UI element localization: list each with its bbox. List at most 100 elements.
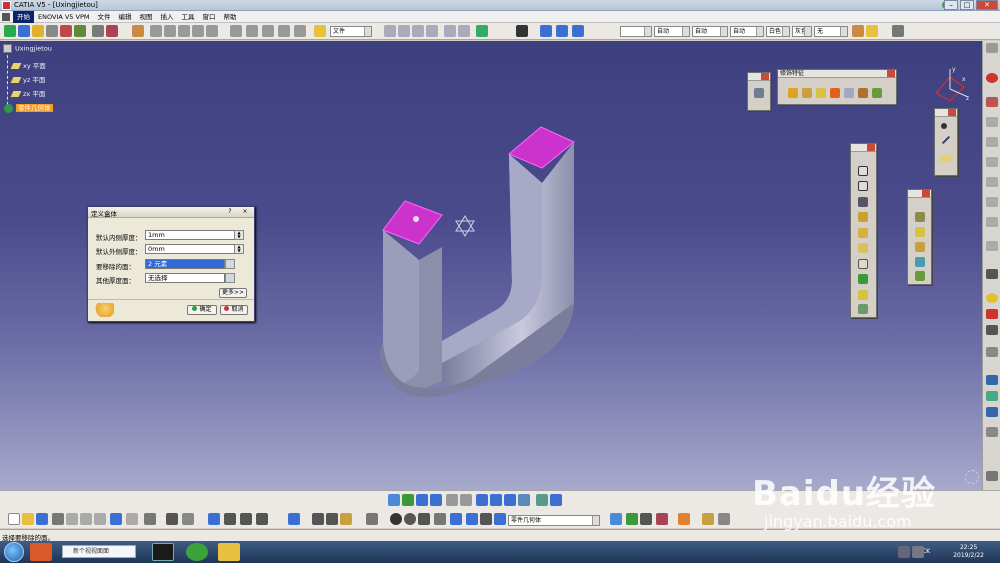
menu-window[interactable]: 窗口 [198, 11, 219, 23]
taskbar-search-input[interactable]: 新个视视面面 [62, 545, 136, 558]
redo-icon[interactable] [126, 513, 138, 525]
more-button[interactable]: 更多>> [219, 288, 247, 298]
join-icon[interactable] [326, 513, 338, 525]
curve-icon[interactable] [426, 25, 438, 37]
tool-icon-13[interactable] [986, 427, 998, 437]
thickness-icon[interactable] [844, 88, 854, 98]
law-icon[interactable] [262, 25, 274, 37]
explorer-icon[interactable] [218, 543, 240, 561]
inner-thickness-spinner[interactable]: ▲ ▼ [234, 230, 244, 240]
draft-icon[interactable] [816, 88, 826, 98]
undo-icon[interactable] [110, 513, 122, 525]
auto-combo-3[interactable]: 自动 [730, 26, 764, 37]
whats-this-icon[interactable] [144, 513, 156, 525]
units-icon[interactable] [434, 513, 446, 525]
gray-combo[interactable]: 灰色 [792, 26, 812, 37]
floating-toolbar-header[interactable] [748, 73, 770, 81]
close-icon[interactable] [761, 73, 769, 80]
copy-icon[interactable] [444, 25, 456, 37]
part-design-icon[interactable] [132, 25, 144, 37]
none-combo[interactable]: 无 [814, 26, 848, 37]
print-icon[interactable] [52, 513, 64, 525]
save-icon[interactable] [36, 513, 48, 525]
close-button[interactable]: ✕ [976, 0, 998, 10]
material-icon[interactable] [572, 25, 584, 37]
hide-show-icon[interactable] [106, 25, 118, 37]
line-icon[interactable] [941, 135, 951, 145]
params-icon[interactable] [480, 513, 492, 525]
outer-thickness-input[interactable]: 0mm [145, 244, 238, 254]
maximize-button[interactable]: □ [960, 0, 974, 10]
select-icon[interactable] [4, 25, 16, 37]
floating-toolbar-header[interactable] [935, 109, 957, 117]
open-icon[interactable] [22, 513, 34, 525]
formula-icon[interactable] [166, 513, 178, 525]
work-object-icon[interactable] [494, 513, 506, 525]
view-cube-icon[interactable] [540, 25, 552, 37]
cursor-icon[interactable] [986, 269, 998, 279]
multi-section-icon[interactable] [858, 274, 868, 284]
boolean-icon[interactable] [340, 513, 352, 525]
catalog-icon[interactable] [986, 97, 998, 107]
swap-icon[interactable] [550, 494, 562, 506]
browser-icon[interactable] [30, 543, 52, 561]
floating-toolbar-header[interactable] [851, 144, 876, 152]
paint-icon[interactable] [678, 513, 690, 525]
close-icon[interactable] [948, 109, 956, 116]
white-combo[interactable]: 白色 [766, 26, 790, 37]
filter-icon[interactable] [466, 513, 478, 525]
rotation-icon[interactable] [915, 227, 925, 237]
tool-icon-12[interactable] [986, 391, 998, 401]
tool-icon-4[interactable] [986, 177, 998, 187]
paste-icon[interactable] [458, 25, 470, 37]
faces-to-remove-picker-icon[interactable] [225, 259, 235, 269]
catia-taskbar-icon[interactable] [152, 543, 174, 561]
start-button[interactable] [4, 542, 24, 562]
close-icon[interactable] [887, 70, 895, 77]
knowledge-icon[interactable] [246, 25, 258, 37]
pan-icon[interactable] [18, 25, 30, 37]
compass-icon[interactable] [74, 25, 86, 37]
render-icon[interactable] [626, 513, 638, 525]
shading-icon[interactable] [518, 494, 530, 506]
compass-icon[interactable]: y x z [928, 65, 978, 110]
ok-button[interactable]: 确定 [187, 305, 217, 315]
catalog-icon[interactable] [230, 25, 242, 37]
tool-icon-9[interactable] [986, 325, 998, 335]
hole-icon[interactable] [858, 228, 868, 238]
menu-help[interactable]: 帮助 [219, 11, 240, 23]
file-combo[interactable]: 文件 [330, 26, 372, 37]
pad-icon[interactable] [858, 166, 868, 176]
tool-icon-14[interactable] [986, 471, 998, 481]
measure-icon[interactable] [240, 513, 252, 525]
groove-icon[interactable] [858, 212, 868, 222]
menu-file[interactable]: 文件 [93, 11, 114, 23]
table-icon[interactable] [192, 25, 204, 37]
tool-icon-2[interactable] [986, 137, 998, 147]
floating-toolbar-header[interactable] [908, 190, 931, 198]
slot-icon[interactable] [858, 259, 868, 269]
auto-combo-1[interactable]: 自动 [654, 26, 690, 37]
pattern-icon[interactable] [915, 271, 925, 281]
rib-icon[interactable] [858, 243, 868, 253]
3d-viewport[interactable]: Uxingjietou xy 平面 yz 平面 zx 平面 零件几何体 y x … [0, 41, 982, 490]
chamfer-icon[interactable] [802, 88, 812, 98]
zoom-out-icon[interactable] [460, 494, 472, 506]
menu-enovia[interactable]: ENOVIA V5 VPM [34, 11, 93, 23]
folder-icon[interactable] [314, 25, 326, 37]
point-icon[interactable] [398, 25, 410, 37]
update-icon[interactable] [288, 513, 300, 525]
rotate-icon[interactable] [430, 494, 442, 506]
properties-icon[interactable] [866, 25, 878, 37]
other-thickness-picker-icon[interactable] [225, 273, 235, 283]
line-style-combo[interactable] [620, 26, 652, 37]
sphere-icon[interactable] [986, 293, 998, 303]
pocket-icon[interactable] [858, 181, 868, 191]
symmetry-icon[interactable] [915, 242, 925, 252]
pan-icon[interactable] [416, 494, 428, 506]
help-button[interactable]: ? [224, 208, 236, 216]
sketch-icon[interactable] [150, 25, 162, 37]
run-icon[interactable] [516, 25, 528, 37]
cut-icon[interactable] [66, 513, 78, 525]
update-icon[interactable] [476, 25, 488, 37]
